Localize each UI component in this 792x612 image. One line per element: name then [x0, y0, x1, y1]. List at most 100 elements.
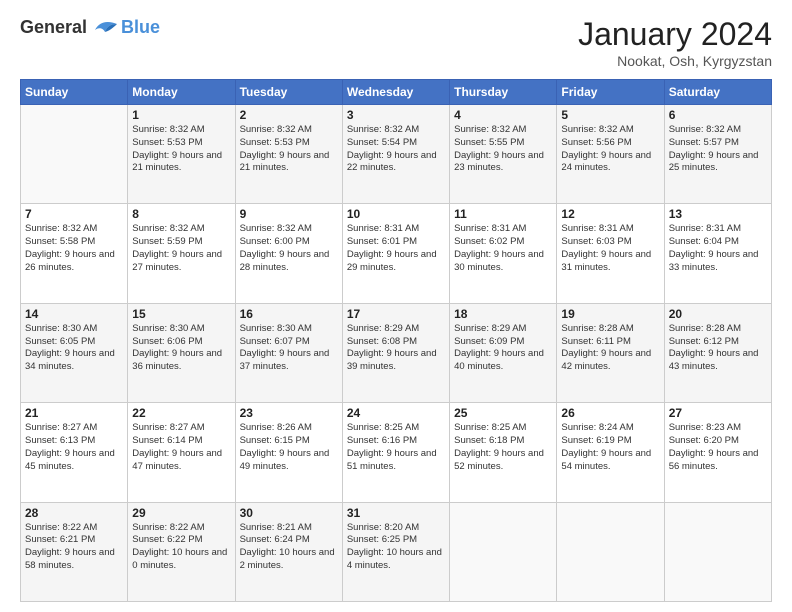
day-number: 29 — [132, 506, 230, 520]
calendar-cell: 7Sunrise: 8:32 AMSunset: 5:58 PMDaylight… — [21, 204, 128, 303]
calendar-cell — [664, 502, 771, 601]
day-number: 11 — [454, 207, 552, 221]
day-info: Sunrise: 8:32 AMSunset: 5:56 PMDaylight:… — [561, 124, 659, 175]
day-number: 16 — [240, 307, 338, 321]
day-number: 1 — [132, 108, 230, 122]
day-number: 7 — [25, 207, 123, 221]
calendar-cell: 24Sunrise: 8:25 AMSunset: 6:16 PMDayligh… — [342, 403, 449, 502]
day-info: Sunrise: 8:30 AMSunset: 6:06 PMDaylight:… — [132, 323, 230, 374]
calendar-cell: 9 Sunrise: 8:32 AMSunset: 6:00 PMDaylight… — [235, 204, 342, 303]
calendar-cell: 31Sunrise: 8:20 AMSunset: 6:25 PMDayligh… — [342, 502, 449, 601]
logo-blue: Blue — [121, 17, 160, 38]
day-info: Sunrise: 8:32 AMSunset: 5:53 PMDaylight:… — [132, 124, 230, 175]
day-number: 28 — [25, 506, 123, 520]
day-info: Sunrise: 8:22 AMSunset: 6:21 PMDaylight:… — [25, 522, 123, 573]
day-number: 25 — [454, 406, 552, 420]
calendar-cell: 1 Sunrise: 8:32 AMSunset: 5:53 PMDaylight… — [128, 105, 235, 204]
day-info: Sunrise: 8:25 AMSunset: 6:18 PMDaylight:… — [454, 422, 552, 473]
calendar-week-4: 21 Sunrise: 8:27 AMSunset: 6:13 PMDayligh… — [21, 403, 772, 502]
day-info: Sunrise: 8:23 AMSunset: 6:20 PMDaylight:… — [669, 422, 767, 473]
day-number: 13 — [669, 207, 767, 221]
col-thursday: Thursday — [450, 80, 557, 105]
calendar-cell: 11 Sunrise: 8:31 AMSunset: 6:02 PMDayligh… — [450, 204, 557, 303]
day-number: 20 — [669, 307, 767, 321]
day-number: 24 — [347, 406, 445, 420]
month-title: January 2024 — [578, 16, 772, 53]
day-number: 23 — [240, 406, 338, 420]
calendar-week-3: 14 Sunrise: 8:30 AMSunset: 6:05 PMDayligh… — [21, 303, 772, 402]
day-number: 3 — [347, 108, 445, 122]
location: Nookat, Osh, Kyrgyzstan — [578, 53, 772, 69]
calendar-week-2: 7Sunrise: 8:32 AMSunset: 5:58 PMDaylight… — [21, 204, 772, 303]
calendar-cell: 29 Sunrise: 8:22 AMSunset: 6:22 PMDayligh… — [128, 502, 235, 601]
calendar-cell: 25 Sunrise: 8:25 AMSunset: 6:18 PMDayligh… — [450, 403, 557, 502]
day-number: 31 — [347, 506, 445, 520]
calendar-cell — [557, 502, 664, 601]
day-number: 2 — [240, 108, 338, 122]
day-info: Sunrise: 8:29 AMSunset: 6:09 PMDaylight:… — [454, 323, 552, 374]
calendar-cell: 5Sunrise: 8:32 AMSunset: 5:56 PMDaylight… — [557, 105, 664, 204]
day-number: 19 — [561, 307, 659, 321]
day-info: Sunrise: 8:32 AMSunset: 5:55 PMDaylight:… — [454, 124, 552, 175]
day-number: 10 — [347, 207, 445, 221]
day-info: Sunrise: 8:32 AMSunset: 5:59 PMDaylight:… — [132, 223, 230, 274]
day-info: Sunrise: 8:27 AMSunset: 6:13 PMDaylight:… — [25, 422, 123, 473]
col-tuesday: Tuesday — [235, 80, 342, 105]
day-info: Sunrise: 8:32 AMSunset: 5:57 PMDaylight:… — [669, 124, 767, 175]
day-number: 12 — [561, 207, 659, 221]
calendar-cell: 28 Sunrise: 8:22 AMSunset: 6:21 PMDayligh… — [21, 502, 128, 601]
day-info: Sunrise: 8:22 AMSunset: 6:22 PMDaylight:… — [132, 522, 230, 573]
col-friday: Friday — [557, 80, 664, 105]
calendar-cell: 16 Sunrise: 8:30 AMSunset: 6:07 PMDayligh… — [235, 303, 342, 402]
day-number: 8 — [132, 207, 230, 221]
calendar-cell — [21, 105, 128, 204]
day-info: Sunrise: 8:27 AMSunset: 6:14 PMDaylight:… — [132, 422, 230, 473]
calendar-cell: 20 Sunrise: 8:28 AMSunset: 6:12 PMDayligh… — [664, 303, 771, 402]
day-info: Sunrise: 8:26 AMSunset: 6:15 PMDaylight:… — [240, 422, 338, 473]
day-info: Sunrise: 8:31 AMSunset: 6:02 PMDaylight:… — [454, 223, 552, 274]
col-saturday: Saturday — [664, 80, 771, 105]
day-number: 15 — [132, 307, 230, 321]
calendar-cell: 23 Sunrise: 8:26 AMSunset: 6:15 PMDayligh… — [235, 403, 342, 502]
logo-general: General — [20, 17, 87, 38]
col-monday: Monday — [128, 80, 235, 105]
day-info: Sunrise: 8:30 AMSunset: 6:07 PMDaylight:… — [240, 323, 338, 374]
calendar-header-row: Sunday Monday Tuesday Wednesday Thursday… — [21, 80, 772, 105]
day-info: Sunrise: 8:24 AMSunset: 6:19 PMDaylight:… — [561, 422, 659, 473]
day-number: 21 — [25, 406, 123, 420]
day-info: Sunrise: 8:31 AMSunset: 6:01 PMDaylight:… — [347, 223, 445, 274]
day-info: Sunrise: 8:32 AMSunset: 6:00 PMDaylight:… — [240, 223, 338, 274]
calendar-cell: 2Sunrise: 8:32 AMSunset: 5:53 PMDaylight… — [235, 105, 342, 204]
day-number: 14 — [25, 307, 123, 321]
day-info: Sunrise: 8:31 AMSunset: 6:03 PMDaylight:… — [561, 223, 659, 274]
day-number: 30 — [240, 506, 338, 520]
calendar-cell: 12 Sunrise: 8:31 AMSunset: 6:03 PMDayligh… — [557, 204, 664, 303]
calendar-cell: 3 Sunrise: 8:32 AMSunset: 5:54 PMDaylight… — [342, 105, 449, 204]
calendar-cell: 30 Sunrise: 8:21 AMSunset: 6:24 PMDayligh… — [235, 502, 342, 601]
calendar-cell: 21 Sunrise: 8:27 AMSunset: 6:13 PMDayligh… — [21, 403, 128, 502]
day-info: Sunrise: 8:30 AMSunset: 6:05 PMDaylight:… — [25, 323, 123, 374]
calendar-cell: 19Sunrise: 8:28 AMSunset: 6:11 PMDayligh… — [557, 303, 664, 402]
calendar-cell: 6 Sunrise: 8:32 AMSunset: 5:57 PMDaylight… — [664, 105, 771, 204]
calendar-cell: 8 Sunrise: 8:32 AMSunset: 5:59 PMDaylight… — [128, 204, 235, 303]
header: General Blue January 2024 Nookat, Osh, K… — [20, 16, 772, 69]
calendar-week-1: 1 Sunrise: 8:32 AMSunset: 5:53 PMDaylight… — [21, 105, 772, 204]
calendar-cell: 27 Sunrise: 8:23 AMSunset: 6:20 PMDayligh… — [664, 403, 771, 502]
calendar-week-5: 28 Sunrise: 8:22 AMSunset: 6:21 PMDayligh… — [21, 502, 772, 601]
day-number: 18 — [454, 307, 552, 321]
day-number: 26 — [561, 406, 659, 420]
day-number: 6 — [669, 108, 767, 122]
day-info: Sunrise: 8:32 AMSunset: 5:54 PMDaylight:… — [347, 124, 445, 175]
col-sunday: Sunday — [21, 80, 128, 105]
day-number: 27 — [669, 406, 767, 420]
day-number: 4 — [454, 108, 552, 122]
calendar-cell: 10 Sunrise: 8:31 AMSunset: 6:01 PMDayligh… — [342, 204, 449, 303]
calendar-cell: 18 Sunrise: 8:29 AMSunset: 6:09 PMDayligh… — [450, 303, 557, 402]
logo: General Blue — [20, 16, 160, 38]
day-info: Sunrise: 8:21 AMSunset: 6:24 PMDaylight:… — [240, 522, 338, 573]
col-wednesday: Wednesday — [342, 80, 449, 105]
day-number: 9 — [240, 207, 338, 221]
day-info: Sunrise: 8:29 AMSunset: 6:08 PMDaylight:… — [347, 323, 445, 374]
title-section: January 2024 Nookat, Osh, Kyrgyzstan — [578, 16, 772, 69]
day-info: Sunrise: 8:28 AMSunset: 6:12 PMDaylight:… — [669, 323, 767, 374]
